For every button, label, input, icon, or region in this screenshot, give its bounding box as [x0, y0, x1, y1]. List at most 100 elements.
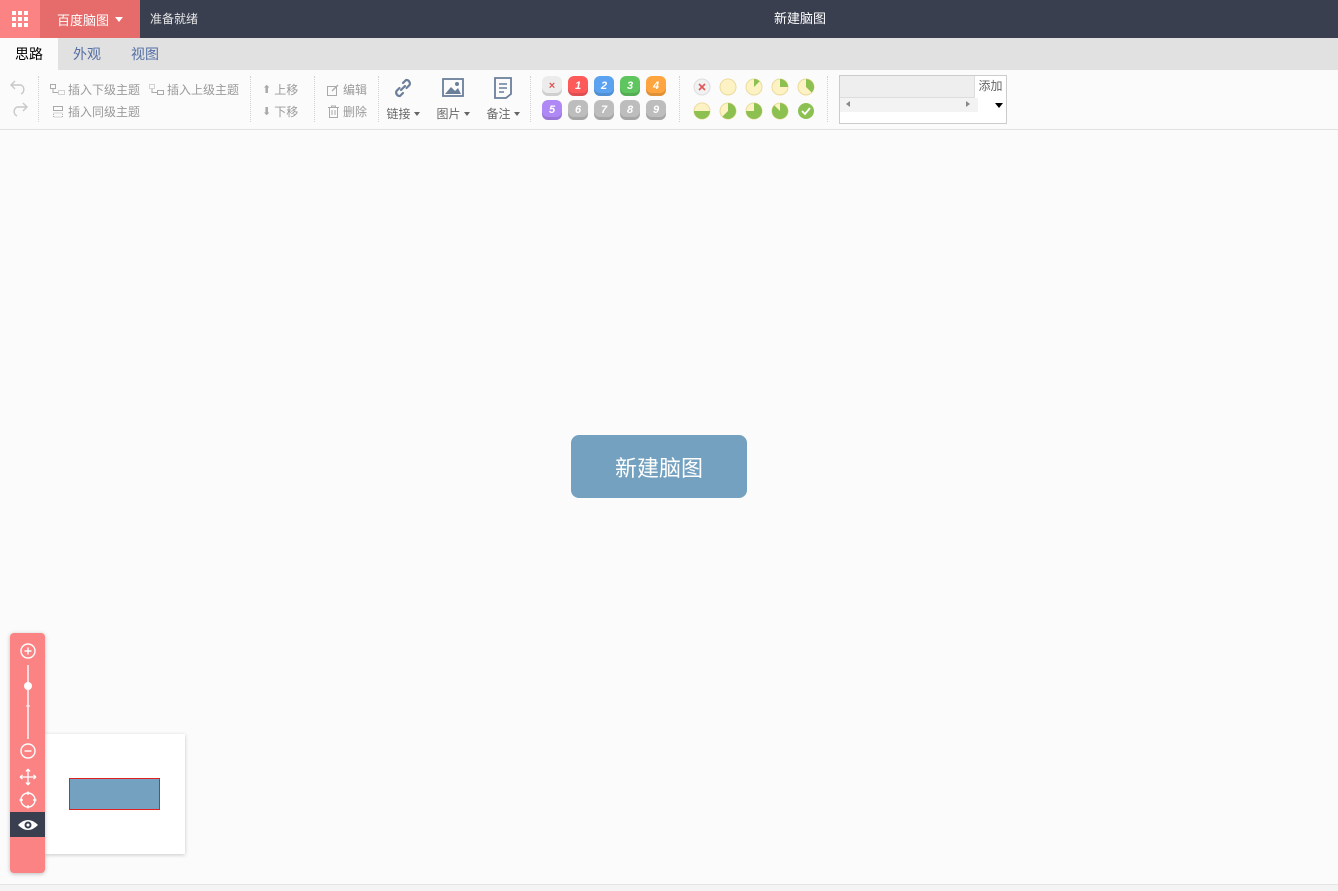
zoom-in-icon [19, 643, 36, 659]
zoom-out-icon [19, 743, 36, 759]
progress-6-icon[interactable] [745, 102, 763, 120]
arrow-up-icon: ⬆ [262, 84, 272, 96]
progress-3-icon[interactable] [797, 78, 815, 96]
brand-label: 百度脑图 [56, 12, 109, 28]
resource-dropdown-icon[interactable] [995, 103, 1003, 108]
insert-sibling-icon [53, 105, 63, 117]
priority-9-button[interactable]: 9 [646, 100, 666, 120]
image-label: 图片 [436, 107, 461, 121]
tab-view[interactable]: 视图 [116, 38, 174, 70]
trash-icon [328, 105, 339, 118]
navigator-viewport[interactable] [69, 778, 160, 810]
grid-icon [12, 11, 28, 27]
progress-0-icon[interactable] [719, 78, 737, 96]
progress-7-icon[interactable] [771, 102, 789, 120]
mindmap-canvas[interactable]: 新建脑图 [0, 130, 1338, 884]
insert-child-label: 插入下级主题 [68, 83, 141, 97]
zoom-slider[interactable] [10, 663, 45, 741]
insert-parent-icon [149, 83, 164, 95]
image-icon [442, 78, 464, 97]
title-bar: 百度脑图 准备就绪 新建脑图 [0, 0, 1338, 38]
progress-2-icon[interactable] [771, 78, 789, 96]
progress-5-icon[interactable] [719, 102, 737, 120]
eye-icon [17, 819, 38, 830]
undo-button[interactable] [10, 79, 28, 98]
navigator-toggle-button[interactable] [10, 812, 45, 837]
edit-label: 编辑 [343, 83, 368, 97]
insert-parent-button[interactable]: 插入上级主题 [149, 81, 239, 98]
delete-label: 删除 [343, 105, 368, 119]
arrow-down-icon: ⬇ [262, 106, 272, 118]
chevron-down-icon [513, 111, 520, 116]
zoom-slider-track [23, 665, 32, 739]
priority-4-button[interactable]: 4 [646, 76, 666, 96]
separator [38, 76, 39, 122]
document-title[interactable]: 新建脑图 [700, 0, 900, 38]
progress-1-icon[interactable] [745, 78, 763, 96]
priority-2-button[interactable]: 2 [594, 76, 614, 96]
separator [314, 76, 315, 122]
locate-root-button[interactable] [10, 790, 45, 810]
zoom-panel [10, 633, 45, 873]
priority-7-button[interactable]: 7 [594, 100, 614, 120]
apps-menu-button[interactable] [0, 0, 40, 38]
link-label: 链接 [386, 107, 411, 121]
chevron-down-icon [463, 111, 470, 116]
insert-child-button[interactable]: 插入下级主题 [50, 81, 140, 98]
delete-button[interactable]: 删除 [327, 103, 367, 120]
tab-idea[interactable]: 思路 [0, 38, 58, 70]
insert-parent-label: 插入上级主题 [167, 83, 240, 97]
zoom-out-button[interactable] [10, 742, 45, 760]
zoom-in-button[interactable] [10, 642, 45, 660]
redo-button[interactable] [10, 101, 28, 120]
separator [378, 76, 379, 122]
separator [679, 76, 680, 122]
resource-editor: 添加 [839, 75, 1007, 124]
insert-child-icon [50, 83, 65, 95]
chevron-down-icon [413, 111, 420, 116]
priority-5-button[interactable]: 5 [542, 100, 562, 120]
link-icon [395, 78, 411, 98]
note-icon [494, 77, 512, 99]
note-button[interactable]: 备注 [483, 76, 523, 122]
move-down-button[interactable]: ⬇ 下移 [262, 103, 298, 120]
note-label: 备注 [486, 107, 511, 121]
progress-clear-icon[interactable] [693, 78, 711, 96]
priority-3-button[interactable]: 3 [620, 76, 640, 96]
move-up-button[interactable]: ⬆ 上移 [262, 81, 298, 98]
resource-input[interactable] [840, 76, 975, 98]
priority-clear-button[interactable]: × [542, 76, 562, 96]
chevron-down-icon [115, 16, 123, 22]
insert-sibling-button[interactable]: 插入同级主题 [50, 103, 140, 120]
scroll-right-icon[interactable] [966, 101, 970, 107]
priority-1-button[interactable]: 1 [568, 76, 588, 96]
tab-appearance[interactable]: 外观 [58, 38, 116, 70]
priority-6-button[interactable]: 6 [568, 100, 588, 120]
resource-scrollbar[interactable] [840, 98, 978, 112]
brand-menu-button[interactable]: 百度脑图 [40, 0, 140, 38]
image-button[interactable]: 图片 [433, 76, 473, 122]
progress-4-icon[interactable] [693, 102, 711, 120]
navigator-preview[interactable] [45, 734, 185, 854]
move-arrows-icon [19, 768, 36, 786]
separator [827, 76, 828, 122]
status-text: 准备就绪 [150, 12, 199, 26]
resource-add-button[interactable]: 添加 [975, 76, 1006, 97]
target-icon [19, 791, 36, 809]
priority-8-button[interactable]: 8 [620, 100, 640, 120]
move-up-label: 上移 [274, 83, 299, 97]
scroll-left-icon[interactable] [846, 101, 850, 107]
tab-bar: 思路 外观 视图 [0, 38, 1338, 70]
separator [530, 76, 531, 122]
undo-icon [10, 80, 25, 95]
toolbar: 插入下级主题 插入上级主题 插入同级主题 ⬆ 上移 ⬇ 下移 编辑 删除 链接 … [0, 70, 1338, 130]
root-topic[interactable]: 新建脑图 [571, 435, 747, 498]
edit-button[interactable]: 编辑 [327, 81, 367, 98]
move-down-label: 下移 [274, 105, 299, 119]
link-button[interactable]: 链接 [383, 76, 423, 122]
edit-icon [327, 84, 339, 96]
progress-done-icon[interactable] [797, 102, 815, 120]
move-canvas-button[interactable] [10, 767, 45, 787]
insert-sibling-label: 插入同级主题 [68, 105, 141, 119]
separator [250, 76, 251, 122]
